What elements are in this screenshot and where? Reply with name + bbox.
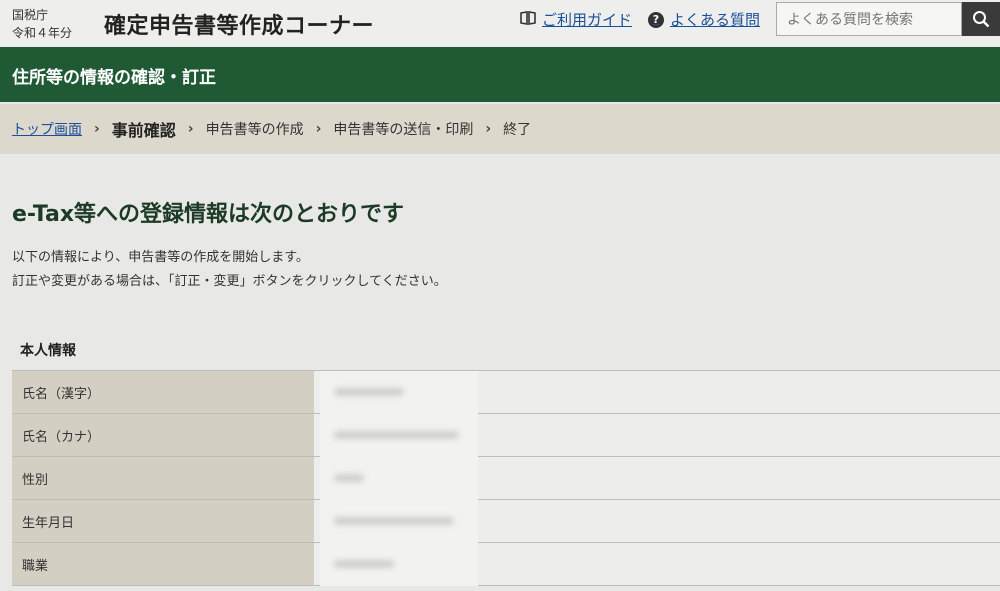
- intro-line-2: 訂正や変更がある場合は、「訂正・変更」ボタンをクリックしてください。: [12, 274, 447, 289]
- row-label: 氏名（カナ）: [12, 414, 314, 456]
- breadcrumb-separator: ›: [485, 121, 492, 137]
- row-value-redacted: [314, 371, 1000, 414]
- redacted-value: [320, 500, 478, 543]
- page-title: 住所等の情報の確認・訂正: [12, 68, 216, 88]
- breadcrumb-step-end: 終了: [503, 122, 532, 138]
- faq-search-input[interactable]: [776, 2, 962, 36]
- row-value-redacted: [314, 414, 1000, 457]
- row-value-redacted: [314, 500, 1000, 543]
- app-title[interactable]: 確定申告書等作成コーナー: [104, 8, 374, 40]
- main-heading: e-Tax等への登録情報は次のとおりです: [12, 202, 405, 227]
- intro-text: 以下の情報により、申告書等の作成を開始します。 訂正や変更がある場合は、「訂正・…: [12, 246, 447, 294]
- personal-info-table: 氏名（漢字） 氏名（カナ） 性別 生年月日 職業: [12, 370, 1000, 586]
- breadcrumb-current-step: 事前確認: [111, 121, 176, 140]
- search-button[interactable]: [962, 2, 1000, 36]
- redacted-value: [320, 543, 478, 586]
- top-header: 国税庁 令和４年分 確定申告書等作成コーナー ご利用ガイド ? よくある質問: [0, 0, 1000, 46]
- row-label: 氏名（漢字）: [12, 371, 314, 413]
- page-title-bar: 住所等の情報の確認・訂正: [0, 47, 1000, 102]
- breadcrumb-separator: ›: [187, 121, 194, 137]
- redacted-value: [320, 414, 478, 457]
- redacted-value: [320, 457, 478, 500]
- question-circle-icon: ?: [648, 11, 664, 28]
- faq-link[interactable]: ? よくある質問: [648, 9, 760, 30]
- table-row: 職業: [12, 543, 1000, 586]
- breadcrumb-separator: ›: [94, 121, 100, 137]
- row-label: 性別: [12, 457, 314, 499]
- search-icon: [973, 11, 990, 28]
- row-label: 職業: [12, 543, 314, 585]
- table-row: 生年月日: [12, 500, 1000, 543]
- row-value-redacted: [314, 457, 1000, 500]
- book-icon: [520, 10, 536, 29]
- tax-year: 令和４年分: [12, 26, 73, 40]
- intro-line-1: 以下の情報により、申告書等の作成を開始します。: [12, 250, 309, 265]
- table-row: 氏名（カナ）: [12, 414, 1000, 457]
- row-label: 生年月日: [12, 500, 314, 542]
- table-row: 氏名（漢字）: [12, 371, 1000, 414]
- guide-link[interactable]: ご利用ガイド: [520, 9, 632, 30]
- breadcrumb-step-create: 申告書等の作成: [205, 122, 304, 138]
- redacted-value: [320, 371, 478, 414]
- table-row: 性別: [12, 457, 1000, 500]
- row-value-redacted: [314, 543, 1000, 586]
- agency-label: 国税庁 令和４年分: [12, 6, 72, 42]
- guide-link-label[interactable]: ご利用ガイド: [542, 9, 632, 30]
- breadcrumb-separator: ›: [315, 121, 322, 137]
- agency-name: 国税庁: [12, 8, 49, 22]
- section-title: 本人情報: [20, 343, 76, 359]
- faq-link-label[interactable]: よくある質問: [670, 9, 760, 30]
- breadcrumb: トップ画面 › 事前確認 › 申告書等の作成 › 申告書等の送信・印刷 › 終了: [0, 104, 1000, 154]
- breadcrumb-top-link[interactable]: トップ画面: [12, 119, 82, 139]
- breadcrumb-step-send-print: 申告書等の送信・印刷: [333, 122, 474, 138]
